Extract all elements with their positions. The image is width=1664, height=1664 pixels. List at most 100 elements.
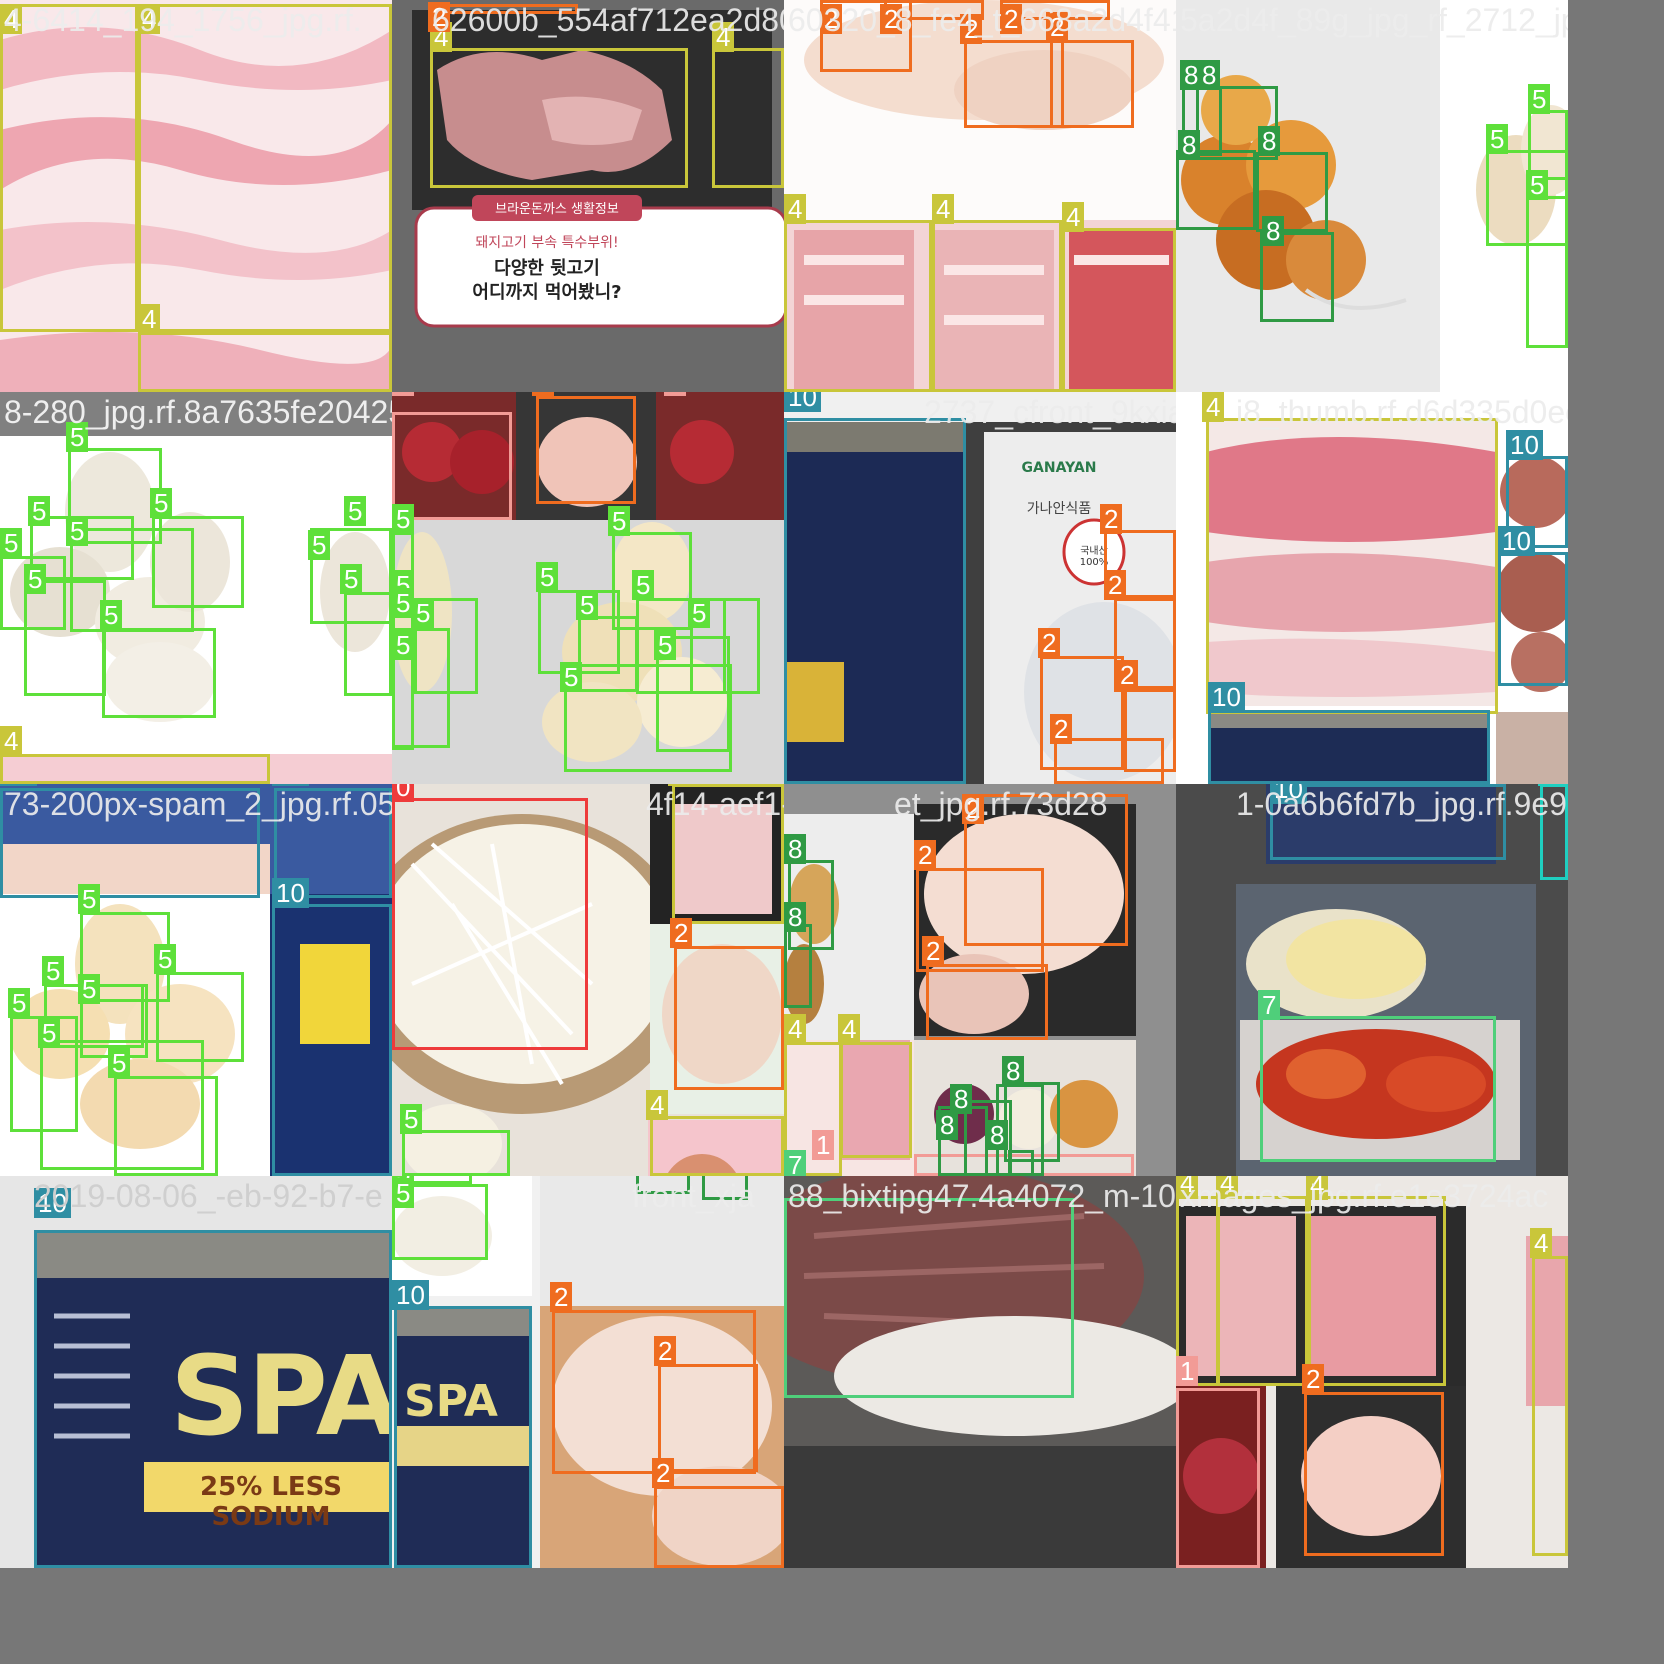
bbox-label: 5 xyxy=(632,570,655,600)
bbox-label: 4 xyxy=(138,304,161,334)
poster-banner: 브라운돈까스 생활정보 xyxy=(495,202,619,217)
bbox-label: 5 xyxy=(0,528,23,558)
bbox-label: 5 xyxy=(688,598,711,628)
bbox-label: 1 xyxy=(1176,1356,1199,1386)
bbox-label: 2 xyxy=(1116,660,1139,690)
bbox-label: 5 xyxy=(66,516,89,546)
bbox-label: 5 xyxy=(576,590,599,620)
bbox xyxy=(650,1116,784,1176)
bbox-label: 2 xyxy=(1050,714,1073,744)
bbox-label: 2 xyxy=(1104,570,1127,600)
bbox xyxy=(392,798,588,1050)
tile-chicken-pork: 2 2 2 2 2 4 4 4 60320_8_fe4_t_668a2d4f41 xyxy=(784,0,1176,392)
bbox xyxy=(138,332,392,392)
tile-onions: 8 8 8 8 8 5 5 5 5a2d4f_89g_jpg_rf_2712_j… xyxy=(1176,0,1568,392)
bbox-label: 2 xyxy=(922,936,945,966)
bbox xyxy=(564,664,732,772)
bbox-label: 5 xyxy=(108,1048,131,1078)
bbox-label: 4 xyxy=(784,194,807,224)
bbox xyxy=(1532,1256,1568,1556)
tile-spam-chicken: SPA 10 5 5 5 8 8 2 2 2 front_xja xyxy=(392,1176,784,1568)
bbox-label: 2 xyxy=(1100,504,1123,534)
bbox xyxy=(1206,418,1498,714)
poster-line-2: 다양한 뒷고기 xyxy=(494,258,600,279)
bbox-label: 8 xyxy=(1002,1056,1025,1086)
brand-label-korean: 가나안식품 xyxy=(1026,501,1092,517)
bbox-label: 8 xyxy=(784,834,807,864)
bbox-label: 4 xyxy=(932,194,955,224)
bbox-label: 2 xyxy=(550,1282,573,1312)
bbox-label: 5 xyxy=(8,988,31,1018)
bbox-label: 0 xyxy=(392,784,415,802)
bbox-label: 2 xyxy=(1038,628,1061,658)
tile-filename: 88_bixtipg47.4a4072_m-1024 xyxy=(788,1178,1176,1214)
bbox-label: 1 xyxy=(664,392,687,396)
tile-filename: 62600b_554af712ea2d800c0e xyxy=(432,2,784,38)
tile-garlic-2: 1 2 1 5 5 5 5 5 5 5 5 5 5 5 5 xyxy=(392,392,784,784)
bbox xyxy=(784,418,966,784)
bbox xyxy=(654,1486,784,1568)
tile-meat-bowl: 88_bixtipg47.4a4072_m-1024 xyxy=(784,1176,1176,1568)
tile-filename: et_jpg.rf.73d28 xyxy=(894,786,1108,822)
tile-garlic-spam: 10 10 10 5 5 5 5 5 5 5 73-200px-spam_2_j… xyxy=(0,784,392,1176)
tile-filename: 4-6414_194_1756_jpg.rf. xyxy=(4,2,362,38)
tile-filename: i8_thumb.rf.d6d335d0eee25 xyxy=(1236,394,1568,430)
tile-filename: front_xja xyxy=(632,1178,755,1214)
bbox xyxy=(1526,196,1568,348)
tile-filename: 4f14-aef1-27e0d7bda0a3 xyxy=(646,786,784,822)
bbox xyxy=(1208,710,1490,784)
bbox xyxy=(1062,228,1176,392)
bbox-label: 4 xyxy=(1202,392,1225,422)
bbox xyxy=(1054,738,1164,784)
poster-line-1: 돼지고기 부속 특수부위! xyxy=(475,235,619,251)
tile-spam-closeup: SPAM 25% LESS SODIUM 10 2019-08-06_-eb-9… xyxy=(0,1176,392,1568)
tile-filename: 2737_cfront_9kxia xyxy=(924,394,1176,430)
bbox-label: 5 xyxy=(412,598,435,628)
bbox xyxy=(1216,1196,1308,1386)
bbox xyxy=(1260,1016,1496,1162)
bbox xyxy=(344,592,392,696)
bbox-label: 5 xyxy=(392,630,415,660)
bbox-label: 5 xyxy=(536,562,559,592)
bbox-label: 5 xyxy=(100,600,123,630)
bbox-label: 10 xyxy=(392,1280,429,1310)
bbox xyxy=(712,48,784,188)
bbox-label: 5 xyxy=(1528,84,1551,114)
bbox xyxy=(840,1042,912,1158)
bbox-label: 2 xyxy=(654,1336,677,1366)
bbox-label: 5 xyxy=(38,1018,61,1048)
bbox-label: 7 xyxy=(1258,990,1281,1020)
bbox xyxy=(1050,40,1134,128)
bbox-label: 5 xyxy=(42,956,65,986)
bbox-label: 4 xyxy=(646,1090,669,1120)
bbox-label: 5 xyxy=(150,488,173,518)
tile-mixed-meat: 4 4 4 4 1 2 xmages_jpg.rf.e1e3724ac xyxy=(1176,1176,1568,1568)
bbox xyxy=(138,4,392,332)
bbox xyxy=(114,1076,218,1176)
bbox xyxy=(24,580,106,696)
bbox-label: 5 xyxy=(78,974,101,1004)
bbox xyxy=(1304,1392,1444,1556)
bbox xyxy=(272,904,392,1176)
bbox-label: 5 xyxy=(308,530,331,560)
bbox xyxy=(536,396,636,504)
bbox-label: 10 xyxy=(1506,430,1543,460)
bbox-label: 8 xyxy=(1198,60,1221,90)
bbox-label: 5 xyxy=(28,496,51,526)
tile-filename: 2019-08-06_-eb-92-b7-e xyxy=(34,1178,383,1214)
bbox xyxy=(1308,1196,1446,1386)
bbox-label: 5 xyxy=(340,564,363,594)
bbox-label: 5 xyxy=(344,496,367,526)
bbox xyxy=(0,754,270,784)
bbox xyxy=(0,4,138,332)
bbox xyxy=(1008,1150,1034,1176)
bbox-label: 8 xyxy=(784,902,807,932)
bbox xyxy=(402,1130,510,1176)
bbox-label: 7 xyxy=(784,1150,807,1176)
bbox xyxy=(430,48,688,188)
tile-sprouts-chicken: 0 4 2 4 5 4f14-aef1-27e0d7bda0a3 xyxy=(392,784,784,1176)
tile-kimchi: 10 9 7 1-0a6b6fd7b_jpg.rf.9e9e034 xyxy=(1176,784,1568,1176)
bbox-label: 1 xyxy=(812,1130,835,1160)
tile-pork-belly-2: 4 10 10 10 i8_thumb.rf.d6d335d0eee25 xyxy=(1176,392,1568,784)
bbox-label: 10 xyxy=(784,392,821,412)
